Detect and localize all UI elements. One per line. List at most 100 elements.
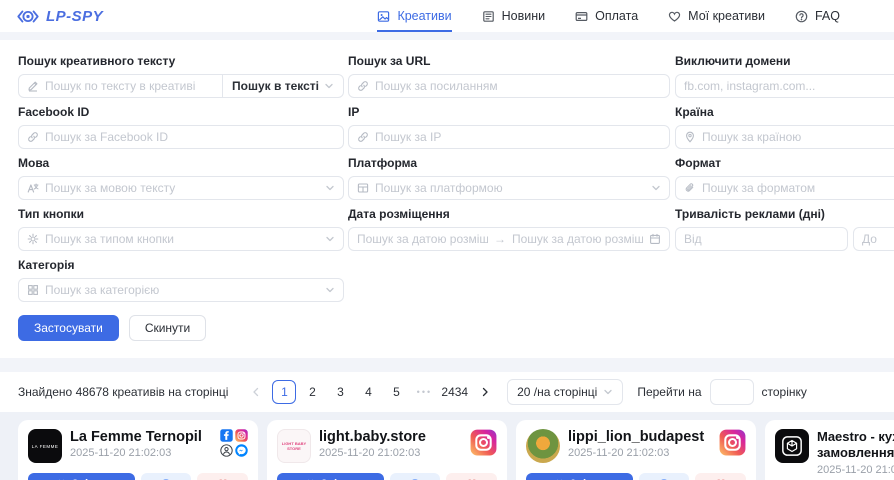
platform-select[interactable] [348, 176, 670, 200]
card-title: lippi_lion_budapest [568, 429, 711, 445]
view-button[interactable] [390, 473, 441, 480]
logo[interactable]: LP-SPY [16, 8, 103, 25]
category-input[interactable] [45, 283, 319, 297]
creative-card[interactable]: LA FEMME La Femme Ternopil 2025-11-20 21… [18, 420, 258, 480]
duration-from-input[interactable] [684, 232, 839, 246]
next-page-button[interactable] [473, 380, 497, 404]
search-mode-value: Пошук в тексті [232, 79, 319, 93]
creative-card[interactable]: Maestro - кухні, ме замовлення в Ужго 20… [765, 420, 894, 480]
nav-item-payment[interactable]: Оплата [575, 0, 638, 32]
chevron-down-icon [651, 183, 661, 193]
nav-item-faq[interactable]: FAQ [795, 0, 840, 32]
favorite-button[interactable] [695, 473, 746, 480]
nav-item-creatives[interactable]: Креативи [377, 0, 451, 32]
button-type-select[interactable] [18, 227, 344, 251]
favorite-button[interactable] [446, 473, 497, 480]
card-title: La Femme Ternopil [70, 429, 212, 445]
location-pin-icon [684, 131, 696, 143]
view-button[interactable] [639, 473, 690, 480]
filter-duration: Тривалість реклами (дні) [675, 207, 894, 251]
card-date: 2025-11-20 21:02:03 [817, 464, 894, 476]
audience-person-icon [220, 444, 233, 457]
prev-page-button[interactable] [244, 380, 268, 404]
reset-button[interactable]: Скинути [129, 315, 206, 341]
format-input[interactable] [702, 181, 894, 195]
avatar: LA FEMME [28, 429, 62, 463]
filter-date-range: Дата розміщення → [348, 207, 670, 251]
favorite-button[interactable] [197, 473, 248, 480]
duration-to-input[interactable] [862, 232, 894, 246]
chevron-down-icon [603, 387, 613, 397]
card-actions: 0 days [526, 473, 746, 480]
button-type-input[interactable] [45, 232, 319, 246]
filter-language: Мова [18, 156, 344, 200]
pagination-ellipsis[interactable]: ••• [412, 380, 436, 404]
language-select[interactable] [18, 176, 344, 200]
ip-input[interactable] [375, 130, 661, 144]
filter-actions: Застосувати Скинути [0, 315, 894, 341]
filter-category: Категорія [18, 258, 344, 302]
country-input[interactable] [702, 130, 894, 144]
instagram-icon [470, 429, 497, 456]
goto-page: Перейти на сторінку [637, 379, 807, 405]
filter-label: IP [348, 105, 670, 119]
messenger-icon [235, 444, 248, 457]
creative-text-input[interactable] [45, 79, 214, 93]
days-button[interactable]: 3 days [277, 473, 384, 480]
exclude-domains-input[interactable] [684, 79, 894, 93]
arrow-right-icon: → [494, 232, 506, 246]
link-icon [27, 131, 39, 143]
apply-button[interactable]: Застосувати [18, 315, 119, 341]
search-mode-select[interactable]: Пошук в тексті [223, 74, 344, 98]
creative-card[interactable]: LIGHT BABY STORE light.baby.store 2025-1… [267, 420, 507, 480]
page-button-5[interactable]: 5 [384, 380, 408, 404]
filter-label: Дата розміщення [348, 207, 670, 221]
nav-item-my-creatives[interactable]: Мої креативи [668, 0, 765, 32]
page-button-3[interactable]: 3 [328, 380, 352, 404]
nav-item-news[interactable]: Новини [482, 0, 546, 32]
main-nav: Креативи Новини Оплата Мої креативи FAQ [377, 0, 840, 32]
translate-icon [27, 182, 39, 194]
page-size-select[interactable]: 20 /на сторінці [507, 379, 623, 405]
image-icon [377, 10, 390, 23]
page-size-value: 20 /на сторінці [517, 385, 597, 399]
page-button-4[interactable]: 4 [356, 380, 380, 404]
date-range-picker[interactable]: → [348, 227, 670, 251]
filter-text-search: Пошук креативного тексту Пошук в тексті [18, 54, 344, 98]
avatar [775, 429, 809, 463]
card-title-line2: замовлення в Ужго [817, 445, 894, 461]
filter-label: Тривалість реклами (дні) [675, 207, 894, 221]
category-select[interactable] [18, 278, 344, 302]
days-button[interactable]: 0 days [526, 473, 633, 480]
language-input[interactable] [45, 181, 319, 195]
days-button[interactable]: 3 days [28, 473, 135, 480]
filter-label: Формат [675, 156, 894, 170]
results-summary: Знайдено 48678 креативів на сторінці [18, 385, 228, 399]
url-input[interactable] [375, 79, 661, 93]
country-input-box [675, 125, 894, 149]
platform-input[interactable] [375, 181, 645, 195]
goto-prefix: Перейти на [637, 385, 701, 399]
filter-button-type: Тип кнопки [18, 207, 344, 251]
filter-label: Пошук креативного тексту [18, 54, 344, 68]
page-button-last[interactable]: 2434 [440, 380, 469, 404]
nav-label: Новини [502, 9, 546, 23]
page-button-1[interactable]: 1 [272, 380, 296, 404]
duration-to-box [853, 227, 894, 251]
creative-card[interactable]: lippi_lion_budapest 2025-11-20 21:02:03 … [516, 420, 756, 480]
heart-icon [668, 10, 681, 23]
question-icon [795, 10, 808, 23]
avatar [526, 429, 560, 463]
page-button-2[interactable]: 2 [300, 380, 324, 404]
date-from-input[interactable] [357, 232, 488, 246]
facebook-icon [220, 429, 233, 442]
facebook-id-input[interactable] [45, 130, 335, 144]
ip-input-box [348, 125, 670, 149]
view-button[interactable] [141, 473, 192, 480]
card-date: 2025-11-20 21:02:03 [568, 447, 711, 459]
goto-page-input[interactable] [710, 379, 754, 405]
card-date: 2025-11-20 21:02:03 [70, 447, 212, 459]
date-to-input[interactable] [512, 232, 643, 246]
navbar: LP-SPY Креативи Новини Оплата Мої креати… [0, 0, 894, 32]
url-input-box [348, 74, 670, 98]
